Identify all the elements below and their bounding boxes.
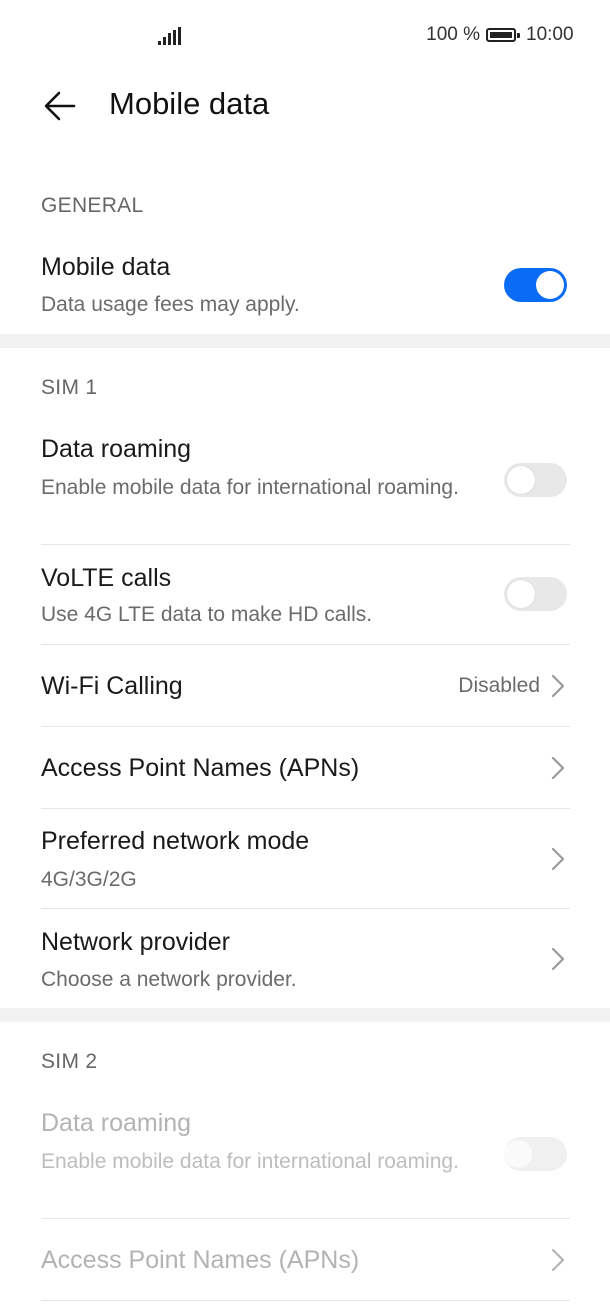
toggle-knob: [507, 466, 535, 494]
chevron-right-icon: [550, 846, 566, 872]
toggle-knob: [504, 1140, 532, 1168]
preferred-network-mode-title: Preferred network mode: [41, 827, 310, 855]
mobile-data-subtitle: Data usage fees may apply.: [41, 293, 300, 316]
sim2-data-roaming-row[interactable]: Data roaming Enable mobile data for inte…: [0, 1094, 610, 1218]
mobile-data-toggle[interactable]: [504, 268, 567, 302]
toggle-knob: [507, 580, 535, 608]
wifi-calling-row[interactable]: Wi-Fi Calling Disabled: [0, 645, 610, 726]
divider: [41, 1300, 570, 1301]
sim1-data-roaming-title: Data roaming: [41, 435, 192, 463]
sim1-data-roaming-toggle[interactable]: [504, 463, 567, 497]
section-label-general: GENERAL: [41, 194, 144, 217]
mobile-data-row[interactable]: Mobile data Data usage fees may apply.: [0, 240, 610, 332]
sim1-data-roaming-row[interactable]: Data roaming Enable mobile data for inte…: [0, 420, 610, 544]
page-title: Mobile data: [109, 86, 270, 121]
network-provider-row[interactable]: Network provider Choose a network provid…: [0, 909, 610, 1008]
sim1-apn-row[interactable]: Access Point Names (APNs): [0, 727, 610, 808]
volte-calls-row[interactable]: VoLTE calls Use 4G LTE data to make HD c…: [0, 545, 610, 644]
battery-percentage: 100 %: [426, 24, 480, 45]
sim1-apn-title: Access Point Names (APNs): [41, 754, 360, 782]
sim2-data-roaming-title: Data roaming: [41, 1109, 192, 1137]
network-provider-title: Network provider: [41, 928, 230, 956]
sim1-data-roaming-subtitle: Enable mobile data for international roa…: [41, 476, 459, 499]
volte-calls-subtitle: Use 4G LTE data to make HD calls.: [41, 603, 373, 626]
volte-calls-toggle[interactable]: [504, 577, 567, 611]
mobile-data-title: Mobile data: [41, 253, 171, 281]
section-label-sim2: SIM 2: [41, 1050, 98, 1073]
sim2-data-roaming-subtitle: Enable mobile data for international roa…: [41, 1150, 459, 1173]
wifi-calling-value: Disabled: [458, 674, 540, 697]
status-bar: 100 % 10:00: [0, 0, 610, 70]
network-provider-subtitle: Choose a network provider.: [41, 968, 297, 991]
sim2-apn-row[interactable]: Access Point Names (APNs): [0, 1219, 610, 1300]
preferred-network-mode-row[interactable]: Preferred network mode 4G/3G/2G: [0, 809, 610, 908]
clock: 10:00: [526, 24, 574, 45]
chevron-right-icon: [550, 1247, 566, 1273]
preferred-network-mode-value: 4G/3G/2G: [41, 868, 137, 891]
volte-calls-title: VoLTE calls: [41, 564, 172, 592]
section-separator: [0, 1008, 610, 1022]
section-separator: [0, 334, 610, 348]
back-arrow-icon[interactable]: [42, 88, 78, 124]
wifi-calling-title: Wi-Fi Calling: [41, 672, 183, 700]
signal-icon: [158, 27, 182, 45]
chevron-right-icon: [550, 673, 566, 699]
chevron-right-icon: [550, 946, 566, 972]
chevron-right-icon: [550, 755, 566, 781]
sim2-data-roaming-toggle[interactable]: [504, 1137, 567, 1171]
battery-icon: [486, 28, 520, 42]
sim2-apn-title: Access Point Names (APNs): [41, 1246, 360, 1274]
section-label-sim1: SIM 1: [41, 376, 98, 399]
toggle-knob: [536, 271, 564, 299]
